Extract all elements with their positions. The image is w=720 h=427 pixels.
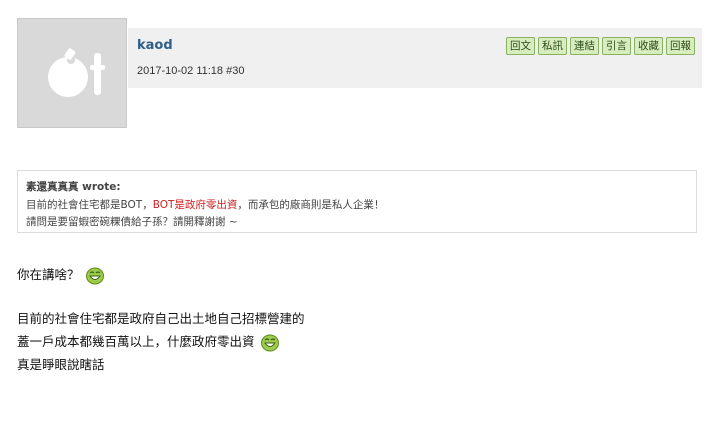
- quote-text: ，而承包的廠商則是私人企業！: [237, 199, 385, 211]
- quote-text: 目前的社會住宅都是BOT，: [26, 199, 153, 211]
- post-body-line-4: 真是睜眼說瞎話: [17, 357, 105, 372]
- green-laughing-smiley-icon: [85, 267, 104, 284]
- quote-line-1: 目前的社會住宅都是BOT，BOT是政府零出資，而承包的廠商則是私人企業！: [26, 197, 384, 212]
- reply-button[interactable]: 回文: [506, 37, 535, 55]
- user-avatar[interactable]: [17, 18, 127, 128]
- default-avatar-icon: [48, 48, 105, 97]
- post-meta: 2017-10-02 11:18 #30: [137, 65, 244, 77]
- quote-author: 素還真真真 wrote:: [26, 181, 121, 193]
- post-timestamp: 2017-10-02 11:18: [137, 65, 224, 77]
- quote-highlight-text: BOT是政府零出資: [152, 199, 238, 211]
- post-body-line-1: 你在講啥？: [17, 264, 104, 285]
- post-header: kaod 2017-10-02 11:18 #30 回文 私訊 連結 引言 收藏…: [128, 28, 702, 88]
- private-message-button[interactable]: 私訊: [538, 37, 567, 55]
- username-link[interactable]: kaod: [137, 38, 173, 53]
- post-body-line-3: 蓋一戶成本都幾百萬以上，什麼政府零出資: [17, 331, 279, 352]
- report-button[interactable]: 回報: [666, 37, 695, 55]
- quote-button[interactable]: 引言: [602, 37, 631, 55]
- post-body-line-2: 目前的社會住宅都是政府自己出土地自己招標營建的: [17, 311, 305, 326]
- favorite-button[interactable]: 收藏: [634, 37, 663, 55]
- quote-line-2: 請問是要留蝦密碗粿債給子孫？請開釋謝謝 ~: [26, 216, 238, 228]
- post-actions: 回文 私訊 連結 引言 收藏 回報: [506, 37, 695, 55]
- quote-block: 素還真真真 wrote: 目前的社會住宅都是BOT，BOT是政府零出資，而承包的…: [17, 170, 697, 233]
- link-button[interactable]: 連結: [570, 37, 599, 55]
- post-number[interactable]: #30: [226, 65, 244, 77]
- post-body-text: 蓋一戶成本都幾百萬以上，什麼政府零出資: [17, 334, 255, 349]
- green-laughing-smiley-icon: [260, 334, 279, 351]
- post-body-text: 你在講啥？: [17, 267, 80, 282]
